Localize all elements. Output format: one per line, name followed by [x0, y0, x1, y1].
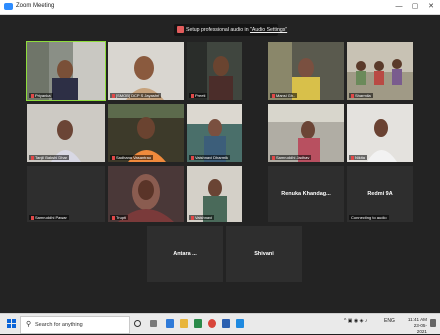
participant-name: Preeti — [195, 93, 206, 98]
audio-icon — [177, 26, 184, 33]
mic-muted-icon — [31, 155, 34, 160]
zoom-taskbar-icon[interactable] — [236, 319, 244, 328]
title-bar: Zoom Meeting — ▢ ✕ — [0, 0, 440, 15]
participant-name: Vaishnavi — [195, 215, 213, 220]
connection-status: Connecting to audio — [349, 215, 389, 220]
clock-date: 23-05-2021 — [413, 323, 427, 334]
banner-prefix: Setup professional audio in — [186, 27, 251, 33]
file-explorer-icon[interactable] — [180, 319, 188, 328]
notifications-icon[interactable] — [430, 319, 436, 327]
video-tile[interactable]: Nikita — [347, 104, 413, 162]
clock[interactable]: 11:41 AM 23-05-2021 — [405, 317, 427, 335]
mic-muted-icon — [112, 215, 115, 220]
system-tray-icons[interactable]: ^ ▣ ◉ ◈ ♪ — [344, 318, 367, 324]
participant-name: Tanjil Bakshi Dhar — [35, 155, 68, 160]
video-tile[interactable]: Renuka Khandag... — [268, 166, 344, 222]
mic-muted-icon — [31, 215, 34, 220]
language-indicator[interactable]: ENG — [384, 318, 395, 324]
participant-video — [27, 104, 105, 162]
participant-name: Redmi 9A — [367, 191, 393, 198]
participant-name: Sadhana Vasantrao — [116, 155, 152, 160]
mic-muted-icon — [112, 93, 115, 98]
participant-name: Mansi Gh.. — [276, 93, 296, 98]
participant-name: Priyanka — [35, 93, 51, 98]
mic-muted-icon — [351, 155, 354, 160]
participant-name: [SMOB] DCP S Jayashri — [116, 93, 160, 98]
mic-muted-icon — [31, 93, 34, 98]
search-icon: ⚲ — [26, 321, 32, 328]
participant-video — [347, 42, 413, 100]
mic-muted-icon — [272, 155, 275, 160]
task-view-icon[interactable] — [150, 320, 157, 327]
video-tile[interactable]: Vaishnavi Dharmik — [187, 104, 242, 162]
video-tile[interactable]: Shivani — [226, 226, 302, 282]
participant-video — [187, 166, 242, 222]
audio-settings-link[interactable]: "Audio Settings" — [250, 27, 287, 33]
video-tile[interactable]: Samruddhi Jadhav — [268, 104, 344, 162]
video-tile[interactable]: Vaishnavi — [187, 166, 242, 222]
taskbar-search-box[interactable]: ⚲ Search for anything — [20, 316, 130, 334]
chrome-icon[interactable] — [208, 319, 216, 328]
cortana-icon[interactable] — [134, 320, 141, 327]
participant-name: Shivani — [254, 251, 274, 258]
window-title: Zoom Meeting — [16, 3, 55, 9]
mic-muted-icon — [272, 93, 275, 98]
participant-video — [108, 104, 184, 162]
participant-video — [187, 42, 242, 100]
video-tile[interactable]: Priyanka — [26, 41, 106, 101]
participant-video — [347, 104, 413, 162]
word-icon[interactable] — [222, 319, 230, 328]
participant-name: Trupti — [116, 215, 127, 220]
edge-icon[interactable] — [166, 319, 174, 328]
video-tile[interactable]: Preeti — [187, 42, 242, 100]
participant-name: Samruddhi Pawar — [35, 215, 67, 220]
video-tile[interactable]: Tanjil Bakshi Dhar — [27, 104, 105, 162]
participant-name: Antara ... — [173, 251, 197, 258]
mic-muted-icon — [191, 215, 194, 220]
video-tile[interactable]: Mansi Gh.. — [268, 42, 344, 100]
maximize-button[interactable]: ▢ — [408, 1, 422, 12]
video-tile[interactable]: Sharmila — [347, 42, 413, 100]
minimize-button[interactable]: — — [392, 1, 406, 12]
participant-name: Renuka Khandag... — [281, 191, 331, 198]
video-tile[interactable]: [SMOB] DCP S Jayashri — [108, 42, 184, 100]
participant-video — [27, 42, 105, 100]
participant-video — [268, 42, 344, 100]
video-tile[interactable]: Sadhana Vasantrao — [108, 104, 184, 162]
participant-name: Vaishnavi Dharmik — [195, 155, 229, 160]
participant-video — [187, 104, 242, 162]
zoom-app-icon — [4, 3, 13, 10]
participant-video — [108, 166, 184, 222]
close-button[interactable]: ✕ — [424, 1, 438, 12]
participant-name: Nikita — [355, 155, 366, 160]
mic-muted-icon — [191, 155, 194, 160]
participant-video — [268, 104, 344, 162]
windows-taskbar: ⚲ Search for anything ^ ▣ ◉ ◈ ♪ ENG 11:4… — [0, 313, 440, 334]
mic-muted-icon — [191, 93, 194, 98]
participant-name: Samruddhi Jadhav — [276, 155, 310, 160]
search-placeholder: Search for anything — [35, 322, 83, 328]
store-icon[interactable] — [194, 319, 202, 328]
mic-muted-icon — [112, 155, 115, 160]
video-tile[interactable]: Trupti — [108, 166, 184, 222]
video-tile[interactable]: Samruddhi Pawar — [27, 166, 105, 222]
participant-name: Sharmila — [355, 93, 371, 98]
video-tile[interactable]: Redmi 9A Connecting to audio — [347, 166, 413, 222]
windows-start-icon[interactable] — [7, 319, 16, 328]
audio-settings-banner[interactable]: Setup professional audio in "Audio Setti… — [174, 24, 287, 36]
participant-video — [108, 42, 184, 100]
mic-muted-icon — [351, 93, 354, 98]
video-tile[interactable]: Antara ... — [147, 226, 223, 282]
